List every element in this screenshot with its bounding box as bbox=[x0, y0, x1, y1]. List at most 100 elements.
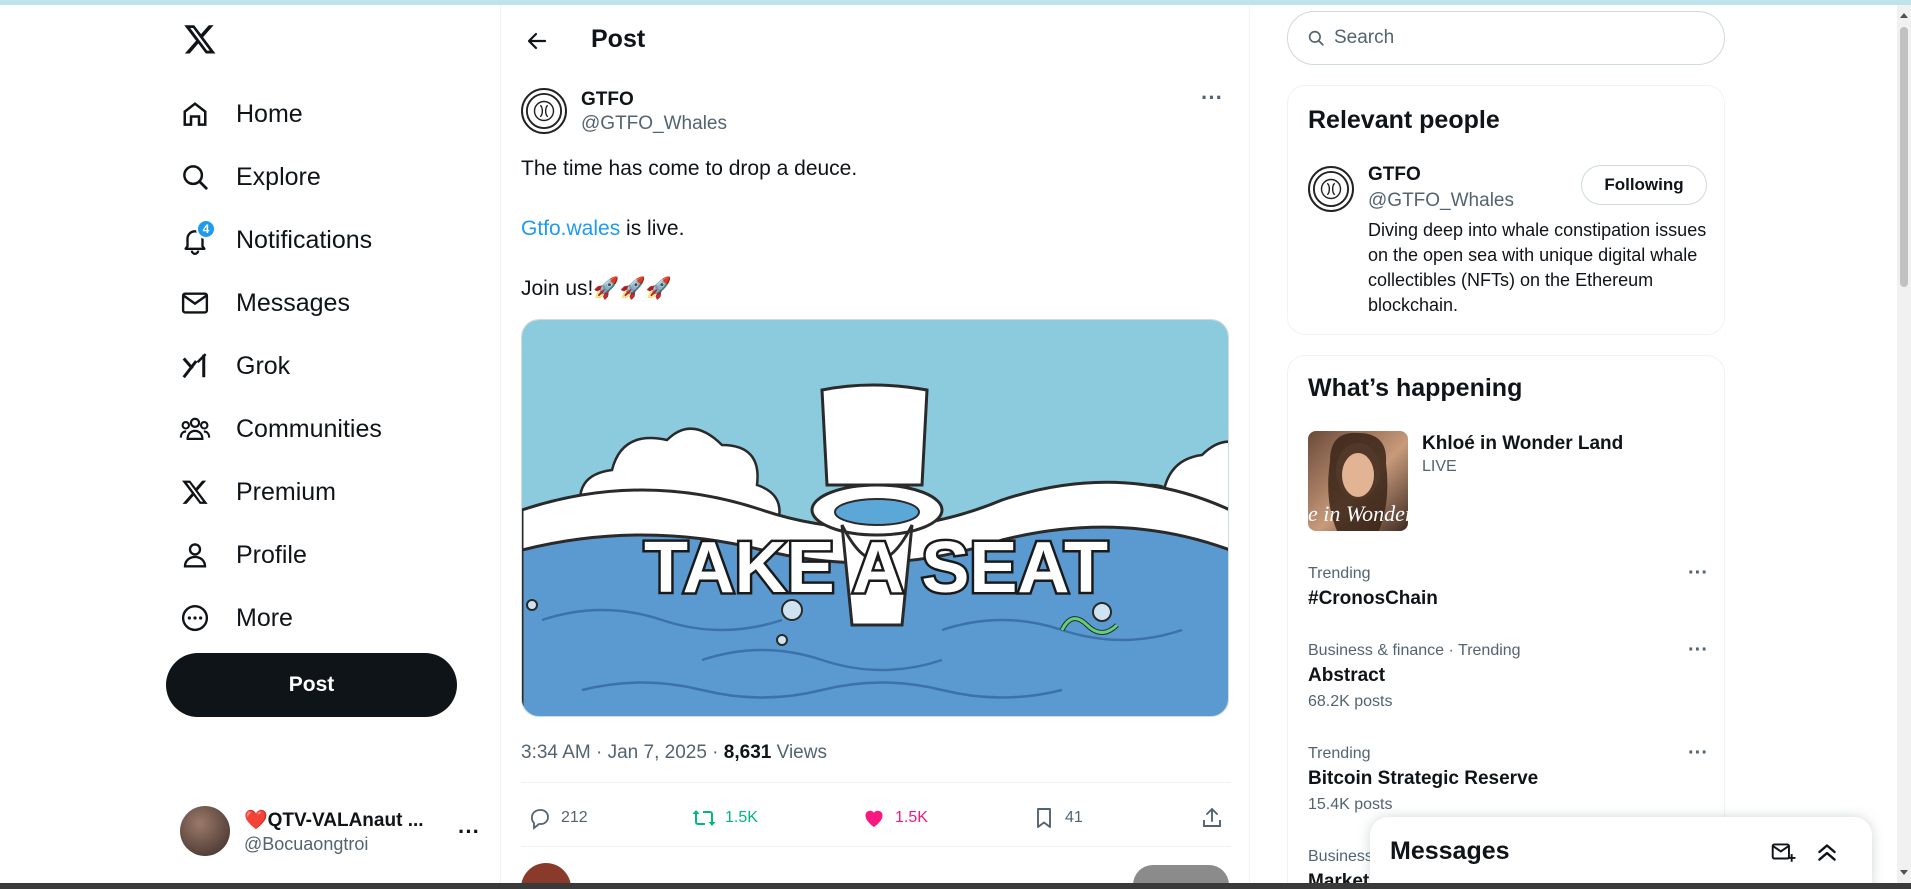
avatar[interactable] bbox=[1308, 166, 1354, 212]
trend-post-count: 15.4K posts bbox=[1308, 796, 1393, 813]
card-title: Relevant people bbox=[1308, 106, 1500, 134]
reply-button[interactable]: 212 bbox=[525, 790, 588, 846]
bookmark-button[interactable]: 41 bbox=[1029, 790, 1083, 846]
person-handle[interactable]: @GTFO_Whales bbox=[1368, 190, 1514, 212]
nav-more[interactable]: More bbox=[178, 590, 293, 646]
nav-communities[interactable]: Communities bbox=[178, 401, 382, 457]
bookmark-count: 41 bbox=[1065, 809, 1083, 826]
post-text-fragment: is live. bbox=[620, 217, 685, 240]
live-thumb-caption: e in Wonderl bbox=[1308, 501, 1408, 526]
person-icon bbox=[178, 538, 212, 572]
trend-name[interactable]: #CronosChain bbox=[1308, 588, 1438, 610]
reply-icon bbox=[525, 803, 555, 833]
nav-grok[interactable]: Grok bbox=[178, 338, 290, 394]
bell-icon: 4 bbox=[178, 219, 216, 257]
post-time: 3:34 AM · Jan 7, 2025 · bbox=[521, 742, 724, 763]
heart-icon bbox=[859, 803, 889, 833]
nav-premium[interactable]: Premium bbox=[178, 464, 336, 520]
share-icon bbox=[1197, 803, 1227, 833]
trend-name[interactable]: Abstract bbox=[1308, 665, 1385, 687]
nav-label: Communities bbox=[236, 414, 382, 443]
search-input[interactable] bbox=[1334, 27, 1694, 49]
nav-home[interactable]: Home bbox=[178, 86, 303, 142]
nav-profile[interactable]: Profile bbox=[178, 527, 307, 583]
trend-context: Trending bbox=[1308, 565, 1371, 582]
account-switcher[interactable]: ❤️QTV-VALAnaut ... @Bocuaongtroi ··· bbox=[180, 801, 480, 861]
post-actions: 212 1.5K 1.5K 41 bbox=[521, 790, 1231, 846]
new-message-icon[interactable] bbox=[1768, 837, 1798, 867]
envelope-icon bbox=[178, 286, 212, 320]
nav-label: Premium bbox=[236, 477, 337, 506]
double-chevron-up-icon[interactable] bbox=[1812, 837, 1842, 867]
relevant-people-card: Relevant people GTFO @GTFO_Whales Follow… bbox=[1287, 85, 1725, 335]
avatar bbox=[180, 806, 230, 856]
more-horizontal-icon[interactable]: ··· bbox=[1688, 742, 1708, 765]
search-bar[interactable] bbox=[1287, 11, 1725, 65]
more-horizontal-icon[interactable]: ··· bbox=[1688, 562, 1708, 585]
repost-count: 1.5K bbox=[725, 809, 758, 826]
nav-explore[interactable]: Explore bbox=[178, 149, 321, 205]
messages-drawer[interactable]: Messages bbox=[1370, 817, 1872, 889]
nav-messages[interactable]: Messages bbox=[178, 275, 350, 331]
page-scrollbar[interactable] bbox=[1897, 5, 1911, 883]
post-link[interactable]: Gtfo.wales bbox=[521, 217, 620, 240]
divider bbox=[521, 782, 1231, 783]
more-horizontal-icon[interactable]: ··· bbox=[458, 819, 480, 845]
nav-label: Grok bbox=[236, 351, 291, 380]
avatar[interactable] bbox=[521, 88, 567, 134]
trend-context: Business bbox=[1308, 848, 1373, 865]
nav-label: Explore bbox=[236, 162, 321, 191]
post-text-line: Gtfo.wales is live. bbox=[521, 217, 684, 241]
notification-count-badge: 4 bbox=[196, 219, 216, 239]
post-text-line: The time has come to drop a deuce. bbox=[521, 157, 858, 180]
account-handle: @Bocuaongtroi bbox=[244, 833, 369, 854]
scroll-down-arrow-icon[interactable] bbox=[1900, 870, 1908, 875]
live-title[interactable]: Khloé in Wonder Land bbox=[1422, 433, 1623, 455]
share-button[interactable] bbox=[1197, 790, 1233, 846]
more-horizontal-icon[interactable]: ··· bbox=[1201, 85, 1223, 111]
more-horizontal-icon[interactable]: ··· bbox=[1688, 639, 1708, 662]
like-button[interactable]: 1.5K bbox=[859, 790, 928, 846]
live-label: LIVE bbox=[1422, 458, 1457, 475]
author-name[interactable]: GTFO bbox=[581, 89, 634, 111]
x-logo-icon[interactable] bbox=[180, 19, 220, 59]
nav-label: More bbox=[236, 603, 293, 632]
trend-name[interactable]: Bitcoin Strategic Reserve bbox=[1308, 768, 1538, 790]
grok-icon bbox=[178, 349, 212, 383]
scrollbar-thumb[interactable] bbox=[1900, 27, 1908, 287]
people-icon bbox=[178, 412, 212, 446]
trend-context: Trending bbox=[1308, 745, 1371, 762]
bookmark-icon bbox=[1029, 803, 1059, 833]
card-title: What’s happening bbox=[1308, 374, 1523, 402]
x-logo-icon bbox=[178, 475, 212, 509]
home-icon bbox=[178, 97, 212, 131]
taskbar-strip bbox=[0, 883, 1911, 889]
post-button[interactable]: Post bbox=[166, 653, 457, 717]
page-title: Post bbox=[591, 25, 646, 53]
person-name[interactable]: GTFO bbox=[1368, 164, 1421, 186]
like-count: 1.5K bbox=[895, 809, 928, 826]
divider bbox=[521, 846, 1231, 847]
whats-happening-card: What’s happening e in Wonderl Khloé in W… bbox=[1287, 355, 1725, 889]
nav-label: Notifications bbox=[236, 225, 373, 254]
live-thumbnail[interactable]: e in Wonderl bbox=[1308, 431, 1408, 531]
messages-drawer-title: Messages bbox=[1390, 837, 1510, 865]
views-count: 8,631 bbox=[723, 742, 772, 763]
repost-button[interactable]: 1.5K bbox=[689, 790, 758, 846]
following-button[interactable]: Following bbox=[1581, 165, 1707, 205]
views-label: Views bbox=[771, 742, 827, 763]
nav-notifications[interactable]: 4 Notifications bbox=[178, 212, 372, 268]
nav-label: Messages bbox=[236, 288, 350, 317]
back-arrow-icon[interactable] bbox=[521, 25, 553, 57]
repost-icon bbox=[689, 803, 719, 833]
search-icon bbox=[178, 160, 212, 194]
trend-context: Business & finance · Trending bbox=[1308, 642, 1521, 659]
author-handle[interactable]: @GTFO_Whales bbox=[581, 113, 727, 135]
more-circle-icon bbox=[178, 601, 212, 635]
post-media-image[interactable]: TAKE A SEAT bbox=[521, 319, 1229, 717]
person-bio: Diving deep into whale constipation issu… bbox=[1368, 220, 1707, 315]
nav-label: Profile bbox=[236, 540, 307, 569]
scroll-up-arrow-icon[interactable] bbox=[1900, 13, 1908, 18]
post-timestamp[interactable]: 3:34 AM · Jan 7, 2025 · 8,631 Views bbox=[521, 742, 827, 764]
main-column: Post GTFO @GTFO_Whales ··· The time has … bbox=[500, 5, 1250, 889]
